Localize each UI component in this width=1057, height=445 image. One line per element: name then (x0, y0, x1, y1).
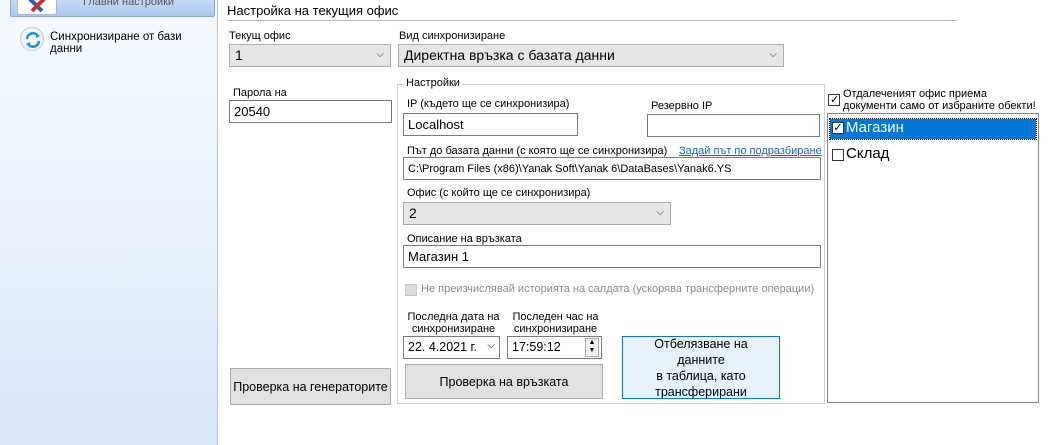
list-item[interactable]: ✓ Магазин (829, 118, 1037, 140)
remote-office-label: Отдалеченият офис приема документи само … (843, 88, 1036, 112)
current-office-value: 1 (235, 47, 243, 63)
last-date-label-line2: синхронизиране (411, 323, 496, 335)
sync-icon (20, 27, 44, 51)
ip-label: IP (където ще се синхронизира) (407, 98, 570, 110)
last-date-label-line1: Последна дата на (407, 311, 500, 323)
check-connection-button[interactable]: Проверка на връзката (405, 364, 603, 399)
mark-transferred-line1: Отбелязване на данните (654, 336, 748, 367)
checkbox-checked-icon[interactable]: ✓ (832, 122, 844, 134)
objects-list[interactable]: ✓ Магазин Склад (827, 113, 1039, 403)
list-item-label: Склад (846, 145, 890, 162)
sidebar-item-db-sync[interactable]: Синхронизиране от бази данни (20, 27, 216, 55)
sidebar: Главни настройки Синхронизиране от бази … (0, 0, 218, 445)
backup-ip-input[interactable] (647, 114, 820, 137)
ip-input[interactable]: Localhost (403, 113, 578, 136)
check-generators-button[interactable]: Проверка на генераторите (230, 368, 391, 405)
office-select[interactable]: 2 ⌵ (403, 202, 671, 225)
checkbox-unchecked-icon[interactable] (832, 149, 844, 161)
spinner-down-icon[interactable]: ▼ (586, 347, 598, 355)
page-title: Настройка на текущия офис (227, 3, 399, 18)
default-path-link[interactable]: Задай път по подразбиране (679, 145, 822, 157)
remote-office-label-line2: документи само от избраните обекти! (843, 100, 1036, 112)
remote-office-checkbox[interactable] (828, 94, 840, 106)
db-path-label: Път до базата данни (с която ще се синхр… (407, 145, 668, 157)
last-time-value: 17:59:12 (512, 340, 561, 354)
chevron-down-icon: ⌵ (376, 49, 384, 60)
sidebar-item-label: Главни настройки (83, 0, 175, 8)
current-office-label: Текущ офис (229, 30, 291, 42)
office-value: 2 (409, 205, 417, 221)
list-item-label: Магазин (846, 119, 904, 136)
sync-type-select[interactable]: Директна връзка с базата данни ⌵ (398, 44, 784, 67)
title-divider (227, 20, 957, 21)
settings-group-title: Настройки (404, 77, 462, 89)
password-input[interactable]: 20540 (229, 100, 392, 123)
spinner-up-icon[interactable]: ▲ (586, 339, 598, 347)
list-item[interactable]: Склад (830, 145, 1036, 165)
mark-transferred-button[interactable]: Отбелязване на данните в таблица, като т… (622, 336, 780, 399)
chevron-down-icon: ⌵ (656, 207, 664, 218)
last-date-picker[interactable]: 22. 4.2021 г. ⌵ (403, 336, 500, 359)
last-time-label: Последен час на синхронизиране (508, 311, 603, 335)
current-office-select[interactable]: 1 ⌵ (229, 44, 391, 67)
mark-transferred-line3: трансферирани (655, 384, 747, 399)
tools-icon (17, 0, 57, 15)
sidebar-item-main-settings[interactable]: Главни настройки (10, 0, 215, 17)
last-time-input[interactable]: 17:59:12 ▲ ▼ (507, 336, 602, 359)
time-spinner[interactable]: ▲ ▼ (585, 338, 599, 357)
sync-type-label: Вид синхронизиране (399, 30, 506, 42)
mark-transferred-line2: в таблица, като (656, 368, 746, 383)
no-recalc-label: Не преизчислявай историята на салдата (у… (421, 283, 815, 295)
last-time-label-line2: синхронизиране (513, 323, 598, 335)
description-label: Описание на връзката (407, 233, 522, 245)
description-input[interactable]: Магазин 1 (403, 245, 821, 268)
last-date-label: Последна дата на синхронизиране (406, 311, 501, 335)
last-time-label-line1: Последен час на (512, 311, 599, 323)
office-label: Офис (с който ще се синхронизира) (407, 187, 591, 199)
chevron-down-icon: ⌵ (487, 340, 495, 351)
sync-type-value: Директна връзка с базата данни (404, 47, 615, 63)
last-date-value: 22. 4.2021 г. (408, 340, 478, 354)
backup-ip-label: Резервно IP (651, 100, 713, 112)
password-label: Парола на (233, 87, 287, 99)
no-recalc-checkbox[interactable] (405, 284, 417, 296)
chevron-down-icon: ⌵ (769, 49, 777, 60)
sidebar-item-label: Синхронизиране от бази данни (50, 31, 182, 55)
db-path-input[interactable]: C:\Program Files (x86)\Yanak Soft\Yanak … (403, 157, 821, 180)
remote-office-label-line1: Отдалеченият офис приема (843, 88, 987, 100)
